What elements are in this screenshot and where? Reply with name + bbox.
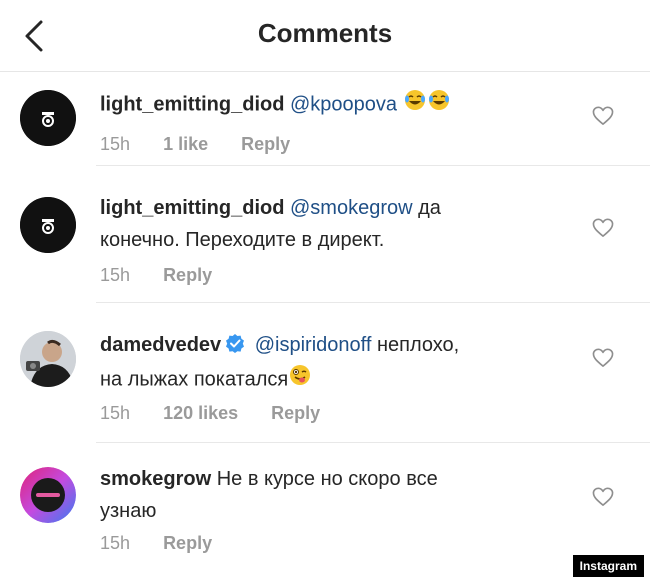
comment-mention[interactable]: @smokegrow: [290, 197, 413, 219]
user-photo-icon: [20, 331, 76, 387]
comment-text: smokegrow Не в курсе но скоро все узнаю: [100, 463, 550, 527]
comment-body-line2: узнаю: [100, 500, 157, 522]
verified-badge-icon: [225, 331, 245, 363]
comment-body: да: [418, 197, 441, 219]
comment-body: неплохо,: [376, 334, 460, 356]
heart-icon: [592, 348, 614, 367]
comment-time: 15h: [100, 403, 131, 423]
camera-logo-icon: [20, 90, 76, 146]
tears-of-joy-icon: [403, 88, 427, 122]
camera-logo-icon: [20, 197, 76, 253]
comment-item: smokegrow Не в курсе но скоро все узнаю …: [0, 443, 650, 581]
comment-text: light_emitting_diod @smokegrow да конечн…: [100, 192, 550, 256]
winking-tongue-icon: [288, 363, 312, 397]
comment-meta: 15h 120 likes Reply: [100, 403, 348, 424]
reply-button[interactable]: Reply: [163, 533, 212, 553]
heart-icon: [592, 487, 614, 506]
header: Comments: [0, 0, 650, 72]
comment-meta: 15h 1 like Reply: [100, 134, 318, 155]
comment-text: light_emitting_diod @kpoopova: [100, 88, 550, 122]
page-title: Comments: [257, 18, 393, 48]
heart-icon: [592, 218, 614, 237]
comment-likes[interactable]: 120 likes: [163, 403, 238, 423]
comment-username[interactable]: smokegrow: [100, 468, 211, 490]
like-button[interactable]: [592, 218, 616, 240]
comment-mention[interactable]: @ispiridonoff: [255, 334, 372, 356]
avatar[interactable]: [20, 331, 76, 387]
like-button[interactable]: [592, 487, 616, 509]
comment-time: 15h: [100, 533, 131, 553]
reply-button[interactable]: Reply: [163, 265, 212, 285]
comment-mention[interactable]: @kpoopova: [290, 93, 397, 115]
comment-body-line2: конечно. Переходите в директ.: [100, 229, 385, 251]
comment-likes[interactable]: 1 like: [163, 134, 208, 154]
comment-body: Не в курсе но скоро все: [216, 468, 438, 490]
reply-button[interactable]: Reply: [271, 403, 320, 423]
comment-time: 15h: [100, 134, 131, 154]
like-button[interactable]: [592, 106, 616, 128]
like-button[interactable]: [592, 348, 616, 370]
reply-button[interactable]: Reply: [241, 134, 290, 154]
comment-item: damedvedev @ispiridonoff неплохо, на лыж…: [0, 303, 650, 443]
avatar[interactable]: [20, 197, 76, 253]
comment-body-line2: на лыжах покатался: [100, 368, 289, 391]
comment-meta: 15h Reply: [100, 265, 240, 286]
comment-text: damedvedev @ispiridonoff неплохо, на лыж…: [100, 329, 550, 397]
avatar[interactable]: [20, 467, 76, 523]
tears-of-joy-icon: [427, 88, 451, 122]
comment-item: light_emitting_diod @kpoopova 15h 1 like…: [0, 72, 650, 166]
avatar[interactable]: [20, 90, 76, 146]
comment-username[interactable]: damedvedev: [100, 334, 221, 356]
watermark-label: Instagram: [572, 555, 644, 577]
comment-username[interactable]: light_emitting_diod: [100, 93, 284, 115]
comment-username[interactable]: light_emitting_diod: [100, 197, 284, 219]
comment-meta: 15h Reply: [100, 533, 240, 554]
comment-time: 15h: [100, 265, 131, 285]
colorful-logo-icon: [20, 467, 76, 523]
heart-icon: [592, 106, 614, 125]
comment-item: light_emitting_diod @smokegrow да конечн…: [0, 166, 650, 303]
